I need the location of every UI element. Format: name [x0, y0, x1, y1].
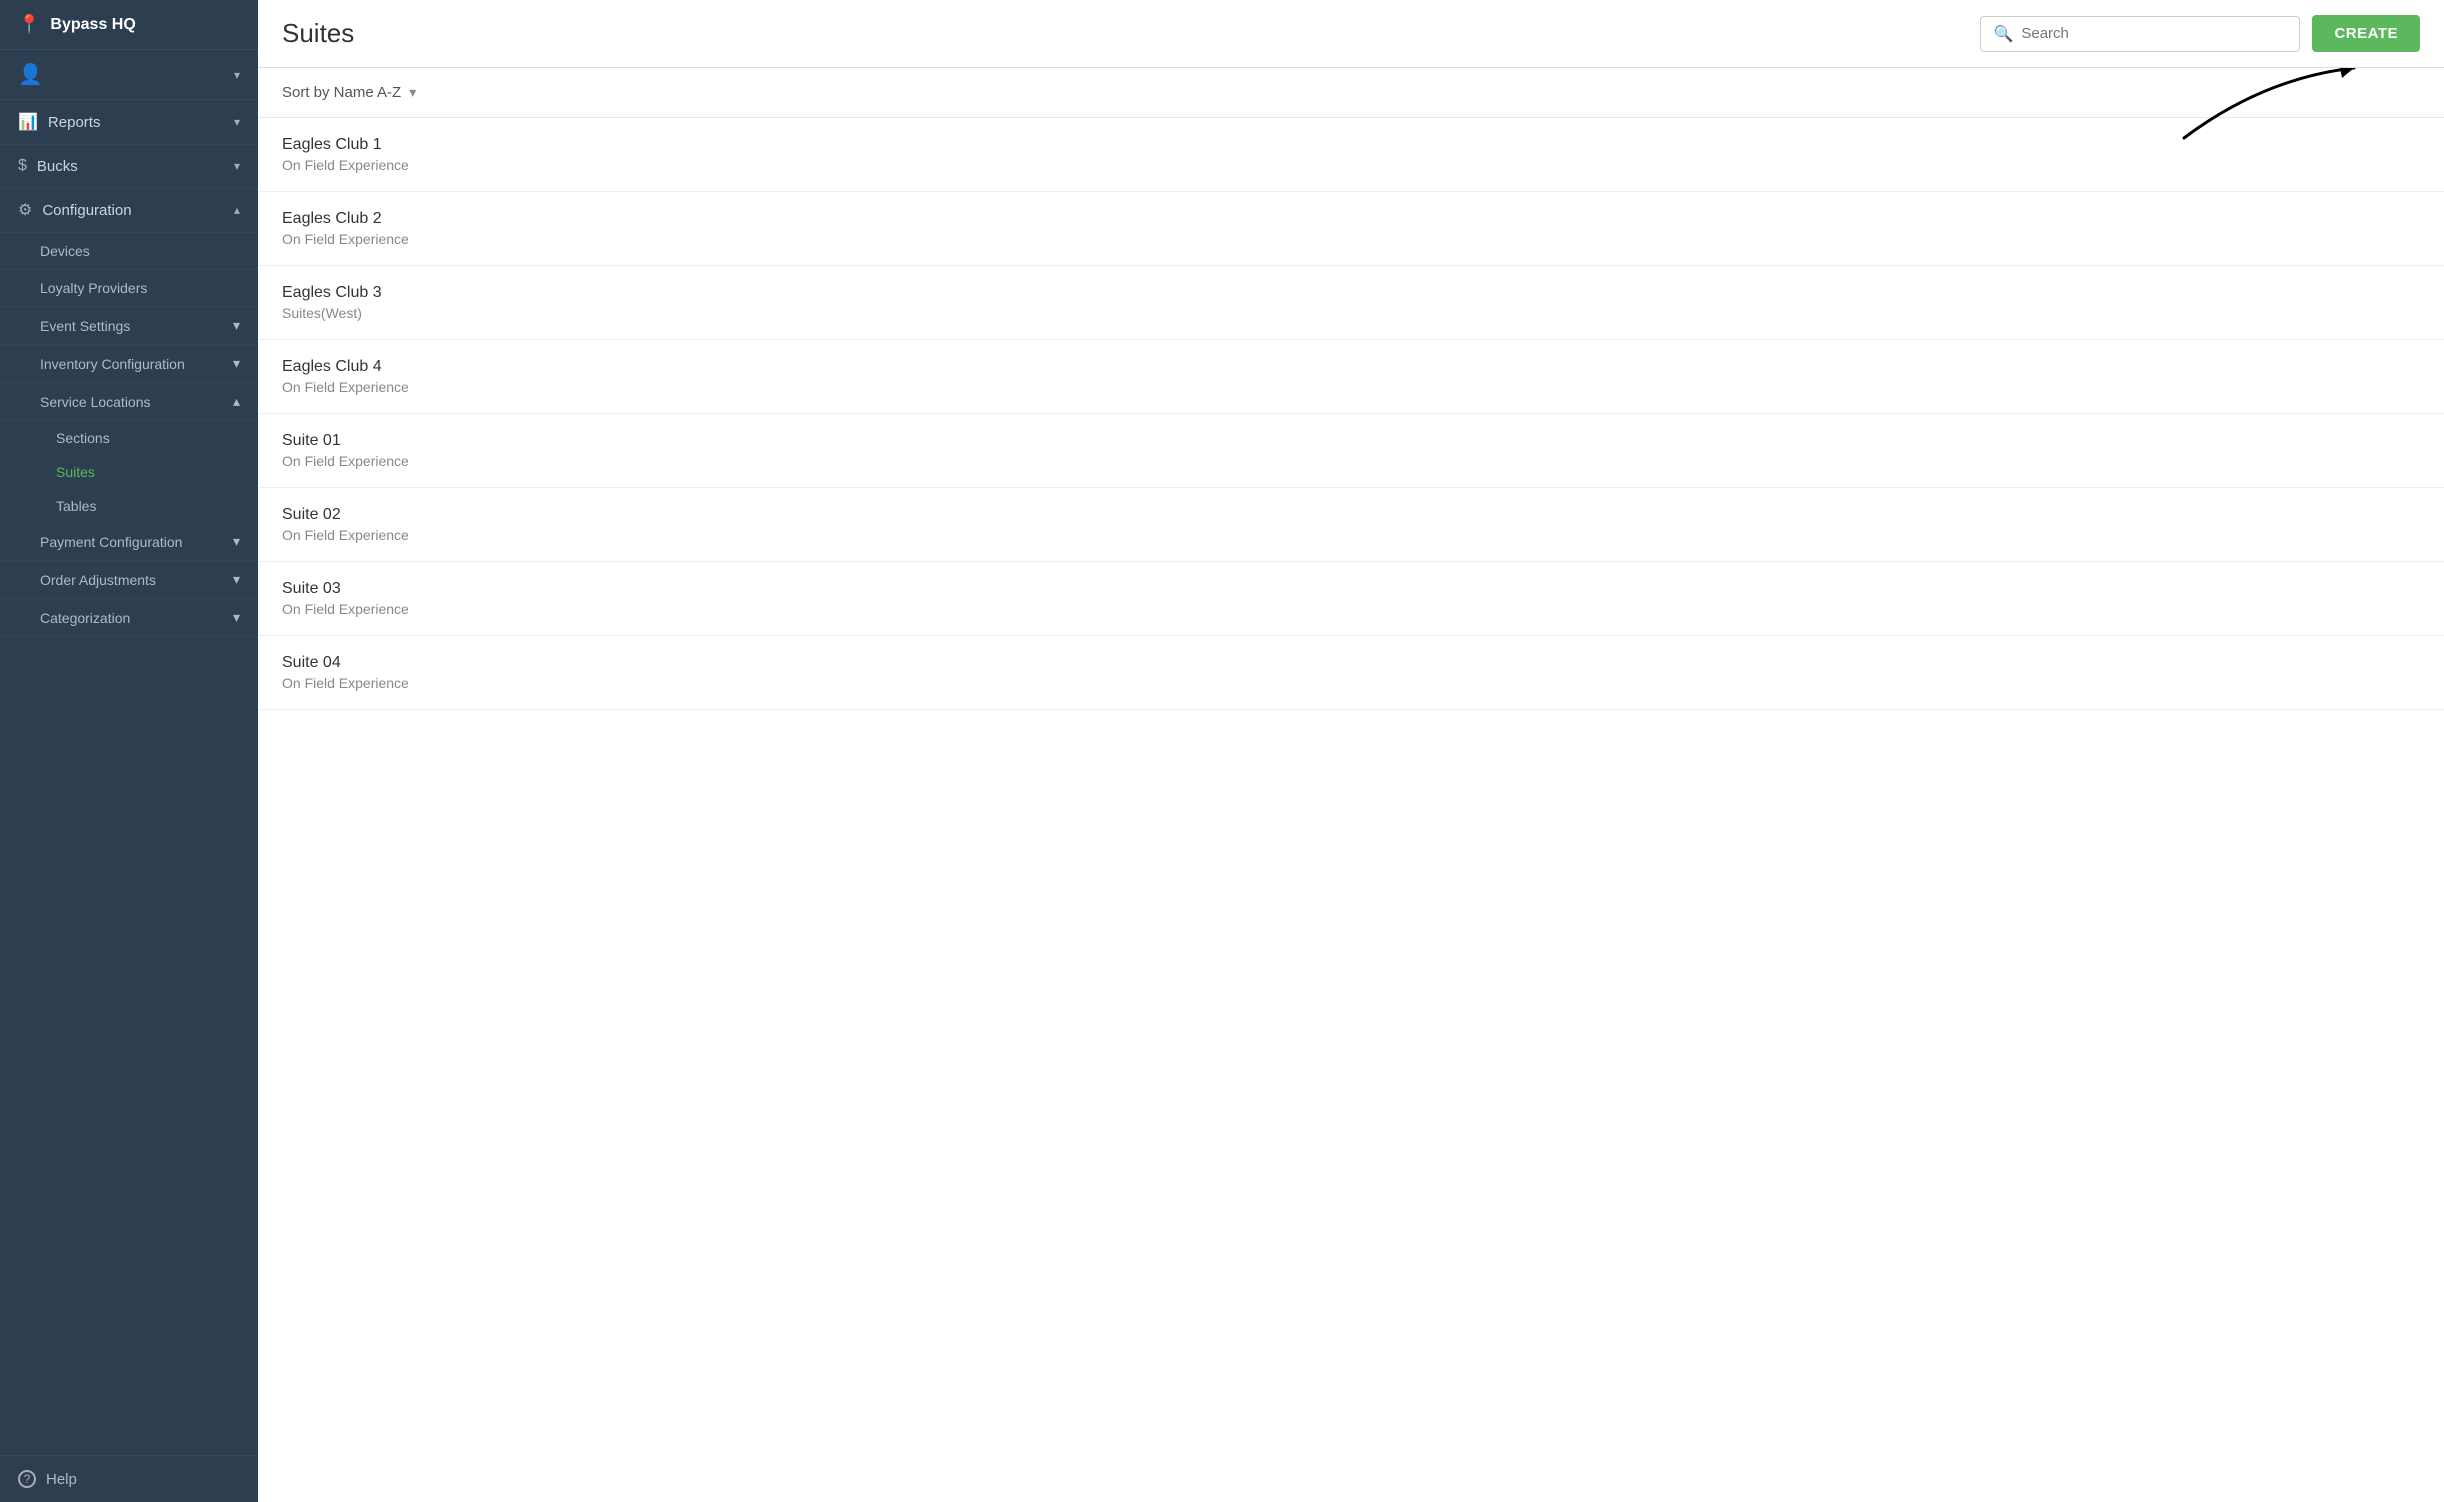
suite-name: Eagles Club 4: [282, 358, 2420, 376]
bucks-chevron-icon: ▾: [234, 159, 240, 173]
sidebar-item-service-locations[interactable]: Service Locations ▴: [0, 383, 258, 421]
categorization-chevron-icon: ▾: [233, 609, 240, 626]
user-icon: 👤: [18, 62, 43, 87]
inventory-configuration-chevron-icon: ▾: [233, 355, 240, 372]
sidebar-item-reports[interactable]: 📊 Reports ▾: [0, 100, 258, 145]
configuration-chevron-icon: ▴: [234, 203, 240, 217]
event-settings-label: Event Settings: [40, 318, 130, 334]
sidebar-item-bucks[interactable]: $ Bucks ▾: [0, 145, 258, 188]
service-locations-chevron-icon: ▴: [233, 393, 240, 410]
bucks-icon: $: [18, 157, 27, 175]
payment-configuration-label: Payment Configuration: [40, 534, 182, 550]
sidebar-item-sections[interactable]: Sections: [0, 421, 258, 455]
search-input[interactable]: [2021, 25, 2287, 42]
suite-item[interactable]: Suite 01 On Field Experience: [258, 414, 2444, 488]
sidebar-item-order-adjustments[interactable]: Order Adjustments ▾: [0, 561, 258, 599]
sidebar-item-event-settings[interactable]: Event Settings ▾: [0, 307, 258, 345]
service-locations-label: Service Locations: [40, 394, 151, 410]
suite-item[interactable]: Eagles Club 4 On Field Experience: [258, 340, 2444, 414]
payment-configuration-chevron-icon: ▾: [233, 533, 240, 550]
sections-label: Sections: [56, 430, 110, 446]
suite-sub: On Field Experience: [282, 231, 2420, 247]
suite-sub: Suites(West): [282, 305, 2420, 321]
event-settings-chevron-icon: ▾: [233, 317, 240, 334]
suites-label: Suites: [56, 464, 95, 480]
sidebar: 📍 Bypass HQ 👤 ▾ 📊 Reports ▾ $ Bucks ▾ ⚙ …: [0, 0, 258, 1502]
location-icon: 📍: [18, 14, 40, 35]
user-chevron-icon: ▾: [234, 68, 240, 82]
page-title: Suites: [282, 18, 354, 49]
suite-item[interactable]: Eagles Club 1 On Field Experience: [258, 118, 2444, 192]
content-area: Sort by Name A-Z ▾ Eagles Club 1 On Fiel…: [258, 68, 2444, 1502]
suite-sub: On Field Experience: [282, 601, 2420, 617]
sidebar-item-loyalty-providers[interactable]: Loyalty Providers: [0, 270, 258, 307]
sidebar-item-configuration[interactable]: ⚙ Configuration ▴: [0, 188, 258, 233]
sidebar-header[interactable]: 📍 Bypass HQ: [0, 0, 258, 50]
suite-item[interactable]: Eagles Club 3 Suites(West): [258, 266, 2444, 340]
reports-icon: 📊: [18, 112, 38, 132]
suite-sub: On Field Experience: [282, 157, 2420, 173]
bucks-label: Bucks: [37, 158, 78, 175]
main-content: Suites 🔍 CREATE Sort by Name A-Z ▾: [258, 0, 2444, 1502]
order-adjustments-chevron-icon: ▾: [233, 571, 240, 588]
suite-item[interactable]: Suite 03 On Field Experience: [258, 562, 2444, 636]
devices-label: Devices: [40, 243, 90, 259]
inventory-configuration-label: Inventory Configuration: [40, 356, 185, 372]
configuration-icon: ⚙: [18, 200, 32, 220]
categorization-label: Categorization: [40, 610, 130, 626]
sort-dropdown[interactable]: Sort by Name A-Z ▾: [282, 84, 416, 101]
sidebar-item-payment-configuration[interactable]: Payment Configuration ▾: [0, 523, 258, 561]
suite-name: Eagles Club 1: [282, 136, 2420, 154]
suite-sub: On Field Experience: [282, 527, 2420, 543]
suite-item[interactable]: Suite 04 On Field Experience: [258, 636, 2444, 710]
loyalty-providers-label: Loyalty Providers: [40, 280, 147, 296]
help-label: Help: [46, 1471, 77, 1488]
tables-label: Tables: [56, 498, 96, 514]
configuration-label: Configuration: [42, 202, 131, 219]
suite-sub: On Field Experience: [282, 379, 2420, 395]
sidebar-item-suites[interactable]: Suites: [0, 455, 258, 489]
sort-label: Sort by Name A-Z: [282, 84, 401, 101]
suite-name: Eagles Club 2: [282, 210, 2420, 228]
help-item[interactable]: ? Help: [0, 1455, 258, 1502]
sort-bar: Sort by Name A-Z ▾: [258, 68, 2444, 118]
suite-list: Eagles Club 1 On Field Experience Eagles…: [258, 118, 2444, 710]
suite-name: Suite 03: [282, 580, 2420, 598]
brand-name: Bypass HQ: [50, 16, 135, 34]
suite-name: Eagles Club 3: [282, 284, 2420, 302]
suite-item[interactable]: Eagles Club 2 On Field Experience: [258, 192, 2444, 266]
sidebar-item-devices[interactable]: Devices: [0, 233, 258, 270]
help-icon: ?: [18, 1470, 36, 1488]
topbar-right: 🔍 CREATE: [1980, 15, 2420, 52]
suite-sub: On Field Experience: [282, 453, 2420, 469]
search-icon: 🔍: [1993, 24, 2013, 44]
sort-chevron-icon: ▾: [409, 84, 416, 101]
suite-name: Suite 02: [282, 506, 2420, 524]
reports-chevron-icon: ▾: [234, 115, 240, 129]
sidebar-item-tables[interactable]: Tables: [0, 489, 258, 523]
content-inner: Sort by Name A-Z ▾ Eagles Club 1 On Fiel…: [258, 68, 2444, 1502]
reports-label: Reports: [48, 114, 101, 131]
sidebar-item-categorization[interactable]: Categorization ▾: [0, 599, 258, 637]
sidebar-item-inventory-configuration[interactable]: Inventory Configuration ▾: [0, 345, 258, 383]
search-box[interactable]: 🔍: [1980, 16, 2300, 52]
suite-item[interactable]: Suite 02 On Field Experience: [258, 488, 2444, 562]
topbar: Suites 🔍 CREATE: [258, 0, 2444, 68]
create-button[interactable]: CREATE: [2312, 15, 2420, 52]
suite-name: Suite 01: [282, 432, 2420, 450]
sidebar-user[interactable]: 👤 ▾: [0, 50, 258, 100]
order-adjustments-label: Order Adjustments: [40, 572, 156, 588]
suite-name: Suite 04: [282, 654, 2420, 672]
suite-sub: On Field Experience: [282, 675, 2420, 691]
